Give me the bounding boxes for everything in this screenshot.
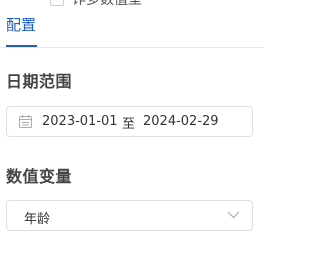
start-date-input[interactable]: 2023-01-01 [42, 114, 118, 129]
date-range-separator: 至 [122, 117, 136, 132]
multi-numeric-checkbox[interactable] [50, 0, 64, 6]
active-tab-indicator [6, 45, 37, 47]
config-panel: 诈多数值型 配置 日期范围 2023-01-01 至 2024-02-29 数值… [0, 0, 264, 273]
date-range-title: 日期范围 [6, 72, 73, 91]
end-date-input[interactable]: 2024-02-29 [143, 114, 219, 129]
chevron-down-icon [227, 211, 240, 219]
date-range-picker[interactable]: 2023-01-01 至 2024-02-29 [6, 106, 253, 137]
tab-bar: 配置 [0, 12, 264, 48]
numeric-variable-select[interactable]: 年龄 [6, 200, 253, 231]
tab-config[interactable]: 配置 [6, 14, 36, 48]
numeric-variable-title: 数值变量 [6, 167, 73, 186]
multi-numeric-option[interactable]: 诈多数值型 [50, 0, 142, 8]
numeric-variable-value: 年龄 [24, 212, 51, 227]
calendar-icon [19, 115, 32, 128]
multi-numeric-label: 诈多数值型 [72, 0, 142, 8]
